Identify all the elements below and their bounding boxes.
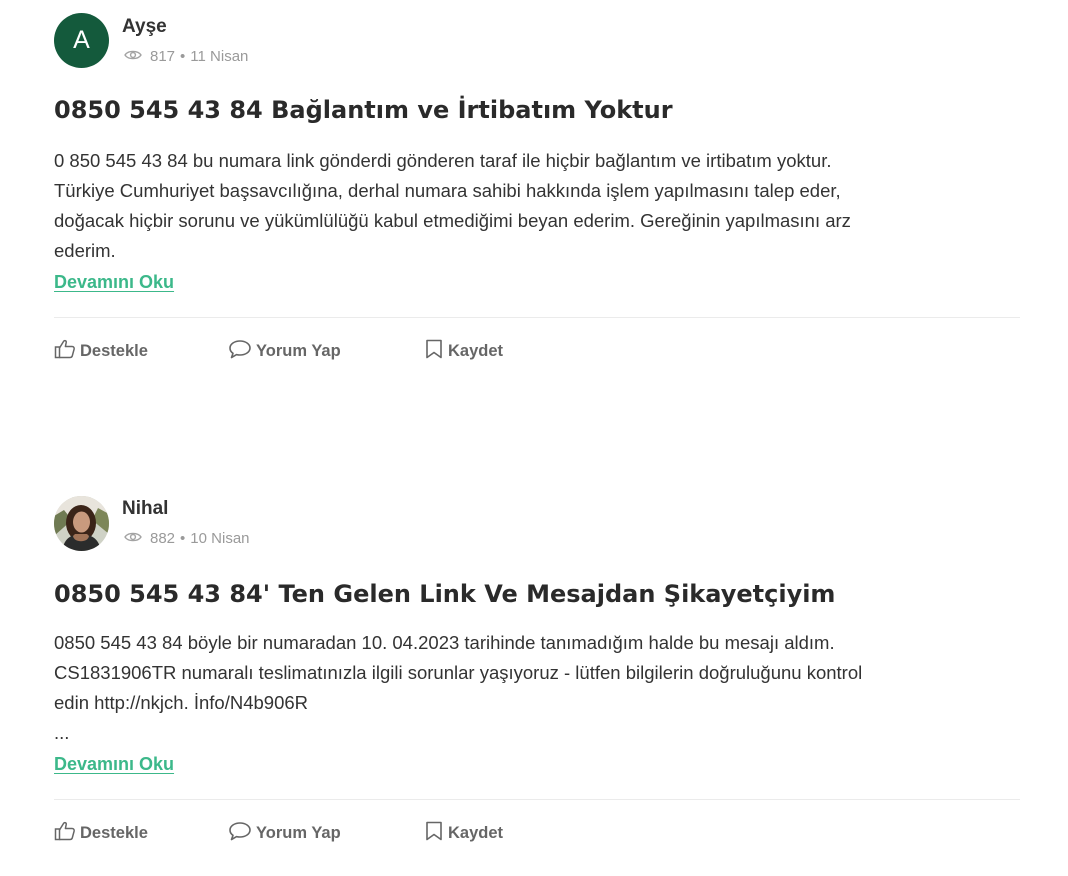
comment-icon [228, 339, 256, 364]
body-line: edin http://nkjch. İnfo/N4b906R [54, 692, 309, 713]
save-label: Kaydet [448, 823, 504, 842]
avatar[interactable] [54, 496, 109, 551]
post-title[interactable]: 0850 545 43 84 Bağlantım ve İrtibatım Yo… [54, 96, 673, 124]
post-date: 10 Nisan [190, 529, 250, 547]
post-date: 11 Nisan [190, 47, 249, 65]
save-button[interactable]: Kaydet [424, 336, 503, 366]
post-body: 0 850 545 43 84 bu numara link gönderdi … [54, 146, 994, 266]
support-label: Destekle [80, 341, 148, 360]
author-name[interactable]: Ayşe [122, 16, 167, 38]
save-button[interactable]: Kaydet [424, 818, 503, 848]
meta-separator: • [180, 529, 186, 547]
post-meta: 817 • 11 Nisan [124, 46, 248, 66]
avatar[interactable]: A [54, 13, 109, 68]
eye-icon [124, 48, 150, 65]
thumbs-up-icon [54, 821, 80, 846]
post-title[interactable]: 0850 545 43 84' Ten Gelen Link Ve Mesajd… [54, 580, 835, 608]
read-more-link[interactable]: Devamını Oku [54, 272, 174, 293]
read-more-link[interactable]: Devamını Oku [54, 754, 174, 775]
body-line: ... [54, 722, 70, 743]
support-label: Destekle [80, 823, 148, 842]
post-meta: 882 • 10 Nisan [124, 528, 250, 548]
comment-label: Yorum Yap [256, 823, 341, 842]
support-button[interactable]: Destekle [54, 336, 148, 366]
view-count: 882 [150, 529, 176, 547]
post-body: 0850 545 43 84 böyle bir numaradan 10. 0… [54, 628, 994, 748]
post-actions: Destekle Yorum Yap Kaydet [0, 818, 1068, 848]
support-button[interactable]: Destekle [54, 818, 148, 848]
author-name[interactable]: Nihal [122, 498, 168, 520]
profile-photo [54, 496, 109, 551]
thumbs-up-icon [54, 339, 80, 364]
bookmark-icon [424, 821, 448, 846]
comment-icon [228, 821, 256, 846]
body-line: 0850 545 43 84 böyle bir numaradan 10. 0… [54, 632, 835, 653]
divider [54, 799, 1020, 800]
eye-icon [124, 530, 150, 547]
post-actions: Destekle Yorum Yap Kaydet [0, 336, 1068, 366]
body-line: doğacak hiçbir sorunu ve yükümlülüğü kab… [54, 210, 851, 231]
comment-button[interactable]: Yorum Yap [228, 818, 341, 848]
divider [54, 317, 1020, 318]
comment-button[interactable]: Yorum Yap [228, 336, 341, 366]
avatar-initial: A [73, 26, 90, 54]
meta-separator: • [180, 47, 186, 65]
save-label: Kaydet [448, 341, 504, 360]
body-line: Türkiye Cumhuriyet başsavcılığına, derha… [54, 180, 841, 201]
body-line: 0 850 545 43 84 bu numara link gönderdi … [54, 150, 832, 171]
bookmark-icon [424, 339, 448, 364]
view-count: 817 [150, 47, 176, 65]
body-line: CS1831906TR numaralı teslimatınızla ilgi… [54, 662, 863, 683]
body-line: ederim. [54, 240, 116, 261]
comment-label: Yorum Yap [256, 341, 341, 360]
